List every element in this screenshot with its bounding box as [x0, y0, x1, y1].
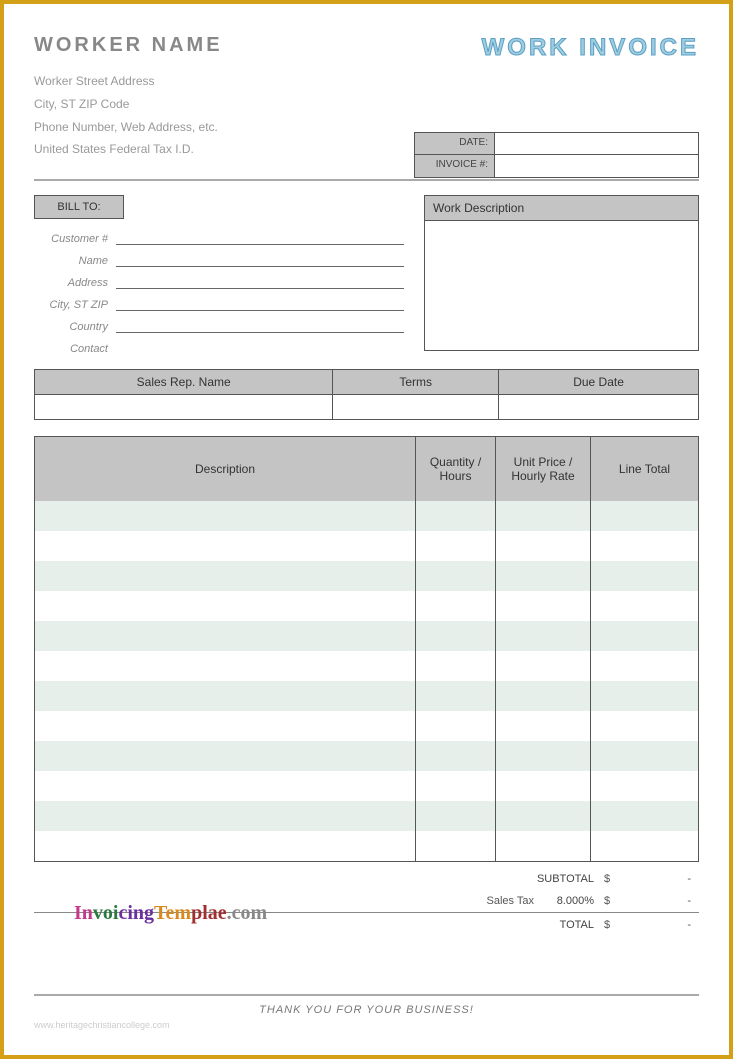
- sales-terms-row: Sales Rep. Name Terms Due Date: [34, 369, 699, 420]
- table-row[interactable]: [35, 681, 698, 711]
- date-value[interactable]: [495, 133, 698, 154]
- customer-number-label: Customer #: [34, 233, 116, 245]
- terms-header: Terms: [333, 370, 499, 395]
- divider: [34, 179, 699, 181]
- contact-label: Contact: [34, 343, 116, 355]
- address-input[interactable]: [116, 271, 404, 289]
- street-address: Worker Street Address: [34, 70, 699, 93]
- sales-rep-value[interactable]: [35, 395, 333, 419]
- table-row[interactable]: [35, 591, 698, 621]
- document-title: WORK INVOICE: [482, 34, 699, 62]
- sales-tax-value: -: [624, 895, 699, 907]
- table-row[interactable]: [35, 711, 698, 741]
- country-label: Country: [34, 321, 116, 333]
- table-row[interactable]: [35, 501, 698, 531]
- country-input[interactable]: [116, 315, 404, 333]
- address-label: Address: [34, 277, 116, 289]
- contact-input[interactable]: [116, 337, 404, 355]
- customer-number-input[interactable]: [116, 227, 404, 245]
- table-row[interactable]: [35, 621, 698, 651]
- table-row[interactable]: [35, 561, 698, 591]
- col-quantity: Quantity / Hours: [416, 437, 496, 501]
- date-invoice-box: DATE: INVOICE #:: [414, 132, 699, 178]
- due-date-header: Due Date: [499, 370, 698, 395]
- total-label: TOTAL: [474, 919, 604, 931]
- work-description-body[interactable]: [424, 221, 699, 351]
- city-st-zip-input[interactable]: [116, 293, 404, 311]
- logo: InvoicingTemplae.com: [74, 902, 267, 925]
- sales-tax-label: Sales Tax: [474, 895, 544, 907]
- table-row[interactable]: [35, 651, 698, 681]
- table-row[interactable]: [35, 531, 698, 561]
- invoice-number-value[interactable]: [495, 155, 698, 177]
- date-label: DATE:: [415, 133, 495, 154]
- terms-value[interactable]: [333, 395, 499, 419]
- city-st-zip-label: City, ST ZIP: [34, 299, 116, 311]
- sales-rep-header: Sales Rep. Name: [35, 370, 333, 395]
- name-label: Name: [34, 255, 116, 267]
- invoice-number-label: INVOICE #:: [415, 155, 495, 177]
- col-line-total: Line Total: [591, 437, 698, 501]
- subtotal-currency: $: [604, 873, 624, 885]
- due-date-value[interactable]: [499, 395, 698, 419]
- line-items-table: Description Quantity / Hours Unit Price …: [34, 436, 699, 862]
- bill-to-header: BILL TO:: [34, 195, 124, 219]
- table-row[interactable]: [35, 771, 698, 801]
- subtotal-label: SUBTOTAL: [474, 873, 604, 885]
- subtotal-value: -: [624, 873, 699, 885]
- table-row[interactable]: [35, 801, 698, 831]
- sales-tax-currency: $: [604, 895, 624, 907]
- table-row[interactable]: [35, 741, 698, 771]
- sales-tax-rate: 8.000%: [544, 895, 604, 907]
- city-st-zip: City, ST ZIP Code: [34, 93, 699, 116]
- work-description-header: Work Description: [424, 195, 699, 221]
- worker-name: WORKER NAME: [34, 34, 223, 57]
- col-rate: Unit Price / Hourly Rate: [496, 437, 591, 501]
- total-value: -: [624, 919, 699, 931]
- name-input[interactable]: [116, 249, 404, 267]
- col-description: Description: [35, 437, 416, 501]
- total-currency: $: [604, 919, 624, 931]
- table-row[interactable]: [35, 831, 698, 861]
- thank-you-message: THANK YOU FOR YOUR BUSINESS!: [34, 994, 699, 1016]
- fine-print: www.heritagechristiancollege.com: [34, 1020, 699, 1030]
